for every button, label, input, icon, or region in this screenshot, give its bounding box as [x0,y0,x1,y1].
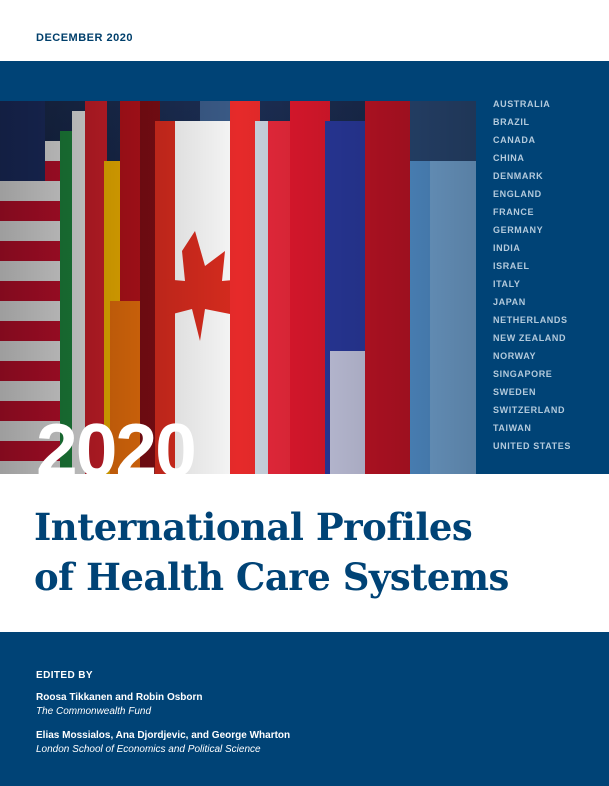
country-item: JAPAN [493,297,526,307]
country-item: SINGAPORE [493,369,553,379]
editor-group: Roosa Tikkanen and Robin Osborn The Comm… [36,692,203,717]
cover-title: International Profiles of Health Care Sy… [34,502,509,602]
editor-names: Roosa Tikkanen and Robin Osborn [36,692,203,703]
editors-band: EDITED BY Roosa Tikkanen and Robin Osbor… [0,632,609,786]
editor-organization: London School of Economics and Political… [36,744,261,755]
country-item: CANADA [493,135,536,145]
edited-by-heading: EDITED BY [36,670,93,681]
country-item: NORWAY [493,351,537,361]
country-item: NETHERLANDS [493,315,568,325]
country-item: TAIWAN [493,423,532,433]
editor-names: Elias Mossialos, Ana Djordjevic, and Geo… [36,730,291,741]
title-line-2: of Health Care Systems [34,555,509,599]
country-item: DENMARK [493,171,544,181]
country-item: CHINA [493,153,525,163]
title-line-1: International Profiles [34,505,473,549]
country-item: SWEDEN [493,387,537,397]
country-item: AUSTRALIA [493,99,551,109]
country-item: NEW ZEALAND [493,333,567,343]
country-item: SWITZERLAND [493,405,566,415]
country-item: GERMANY [493,225,544,235]
publication-date: DECEMBER 2020 [36,32,133,44]
country-item: INDIA [493,243,521,253]
country-list: AUSTRALIA BRAZIL CANADA CHINA DENMARK EN… [493,97,571,457]
country-item: ENGLAND [493,189,542,199]
country-item: ISRAEL [493,261,530,271]
editor-group: Elias Mossialos, Ana Djordjevic, and Geo… [36,730,290,755]
country-item: ITALY [493,279,521,289]
country-item: UNITED STATES [493,441,571,451]
country-item: FRANCE [493,207,535,217]
cover-year: 2020 [36,408,197,492]
country-item: BRAZIL [493,117,530,127]
editor-organization: The Commonwealth Fund [36,706,152,717]
